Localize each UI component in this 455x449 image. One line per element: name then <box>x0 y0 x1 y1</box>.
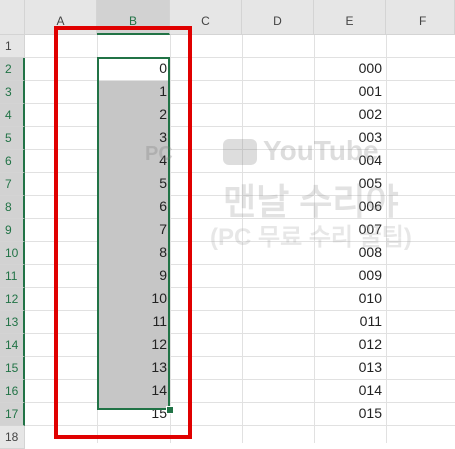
row-header-6[interactable]: 6 <box>0 150 25 173</box>
cell-e2[interactable]: 000 <box>330 57 382 80</box>
row-header-5[interactable]: 5 <box>0 127 25 150</box>
spreadsheet-grid[interactable]: A B C D E F 1 2 3 4 5 6 7 8 9 10 11 12 1… <box>0 0 455 449</box>
gridline <box>314 35 315 443</box>
row-header-2[interactable]: 2 <box>0 58 25 81</box>
highlight-box <box>54 26 192 439</box>
cell-e12[interactable]: 010 <box>330 287 382 310</box>
column-header-d[interactable]: D <box>242 0 314 35</box>
cell-e9[interactable]: 007 <box>330 218 382 241</box>
cell-e5[interactable]: 003 <box>330 126 382 149</box>
cell-e8[interactable]: 006 <box>330 195 382 218</box>
row-header-9[interactable]: 9 <box>0 219 25 242</box>
cell-e6[interactable]: 004 <box>330 149 382 172</box>
cell-e13[interactable]: 011 <box>330 310 382 333</box>
youtube-play-icon <box>223 139 257 165</box>
row-header-14[interactable]: 14 <box>0 334 25 357</box>
cell-e10[interactable]: 008 <box>330 241 382 264</box>
row-header-10[interactable]: 10 <box>0 242 25 265</box>
cell-e16[interactable]: 014 <box>330 379 382 402</box>
cell-e7[interactable]: 005 <box>330 172 382 195</box>
cell-e11[interactable]: 009 <box>330 264 382 287</box>
row-header-11[interactable]: 11 <box>0 265 25 288</box>
cell-e3[interactable]: 001 <box>330 80 382 103</box>
cell-e4[interactable]: 002 <box>330 103 382 126</box>
cell-e14[interactable]: 012 <box>330 333 382 356</box>
row-header-3[interactable]: 3 <box>0 81 25 104</box>
row-header-12[interactable]: 12 <box>0 288 25 311</box>
row-header-7[interactable]: 7 <box>0 173 25 196</box>
row-header-13[interactable]: 13 <box>0 311 25 334</box>
row-header-16[interactable]: 16 <box>0 380 25 403</box>
row-header-15[interactable]: 15 <box>0 357 25 380</box>
select-all-corner[interactable] <box>0 0 25 35</box>
gridline <box>386 35 387 443</box>
column-header-f[interactable]: F <box>386 0 455 35</box>
gridline <box>242 35 243 443</box>
column-header-e[interactable]: E <box>314 0 386 35</box>
row-header-8[interactable]: 8 <box>0 196 25 219</box>
cell-e17[interactable]: 015 <box>330 402 382 425</box>
row-header-1[interactable]: 1 <box>0 35 25 58</box>
row-header-18[interactable]: 18 <box>0 426 25 449</box>
row-header-4[interactable]: 4 <box>0 104 25 127</box>
row-header-17[interactable]: 17 <box>0 403 25 426</box>
cell-e15[interactable]: 013 <box>330 356 382 379</box>
